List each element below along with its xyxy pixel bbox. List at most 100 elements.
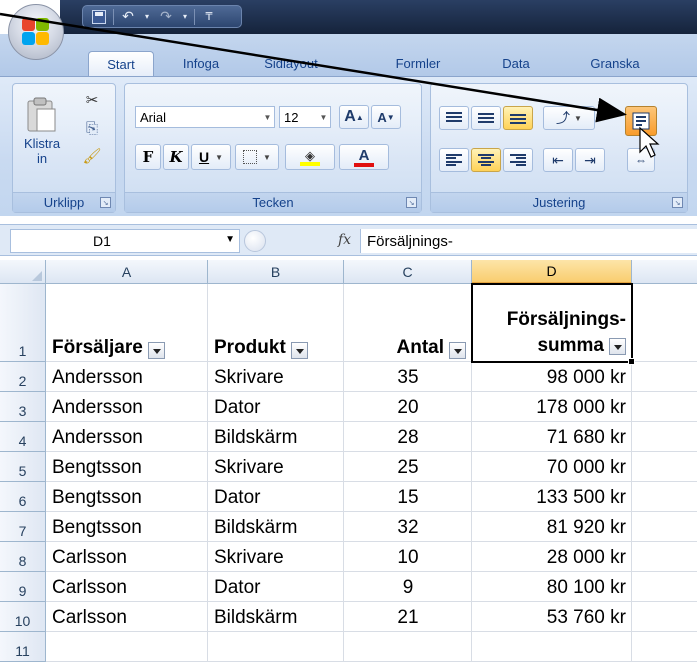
- cell[interactable]: Bengtsson: [46, 512, 208, 542]
- cell[interactable]: Dator: [208, 482, 344, 512]
- cell[interactable]: Dator: [208, 392, 344, 422]
- header-cell-sales[interactable]: Försäljnings-summa: [472, 284, 632, 362]
- cell[interactable]: 10: [344, 542, 472, 572]
- paste-button[interactable]: Klistra in: [17, 88, 67, 174]
- formula-input[interactable]: Försäljnings-: [360, 229, 697, 253]
- header-cell[interactable]: Försäljare: [46, 284, 208, 362]
- italic-button[interactable]: K: [163, 144, 189, 170]
- cell[interactable]: Bildskärm: [208, 512, 344, 542]
- cell[interactable]: 81 920 kr: [472, 512, 632, 542]
- column-header-d[interactable]: D: [472, 260, 632, 284]
- row-header[interactable]: 3: [0, 392, 46, 422]
- column-header-c[interactable]: C: [344, 260, 472, 284]
- cell[interactable]: 32: [344, 512, 472, 542]
- cell[interactable]: 53 760 kr: [472, 602, 632, 632]
- increase-indent-button[interactable]: ⇥: [575, 148, 605, 172]
- font-color-button[interactable]: A: [339, 144, 389, 170]
- cell[interactable]: 25: [344, 452, 472, 482]
- cell[interactable]: Andersson: [46, 362, 208, 392]
- align-left-button[interactable]: [439, 148, 469, 172]
- filter-dropdown-button[interactable]: [290, 342, 308, 359]
- cell[interactable]: 98 000 kr: [472, 362, 632, 392]
- cell[interactable]: [632, 452, 697, 482]
- select-all-button[interactable]: [0, 260, 46, 284]
- cell[interactable]: Bengtsson: [46, 452, 208, 482]
- align-right-button[interactable]: [503, 148, 533, 172]
- cell[interactable]: 133 500 kr: [472, 482, 632, 512]
- cell[interactable]: Carlsson: [46, 542, 208, 572]
- middle-align-button[interactable]: [471, 106, 501, 130]
- bottom-align-button[interactable]: [503, 106, 533, 130]
- bold-button[interactable]: F: [135, 144, 161, 170]
- redo-button[interactable]: ↷: [156, 8, 176, 26]
- row-header[interactable]: 5: [0, 452, 46, 482]
- cell[interactable]: [632, 422, 697, 452]
- cell[interactable]: Skrivare: [208, 452, 344, 482]
- tab-granska[interactable]: Granska: [572, 51, 658, 76]
- cell[interactable]: Andersson: [46, 422, 208, 452]
- cell[interactable]: [472, 632, 632, 662]
- row-header[interactable]: 6: [0, 482, 46, 512]
- tab-sidlayout[interactable]: Sidlayout: [246, 51, 336, 76]
- cell[interactable]: [344, 632, 472, 662]
- decrease-indent-button[interactable]: ⇤: [543, 148, 573, 172]
- copy-button[interactable]: ⎘: [79, 116, 105, 140]
- cut-button[interactable]: ✂: [79, 88, 105, 112]
- cell[interactable]: 20: [344, 392, 472, 422]
- cell[interactable]: 80 100 kr: [472, 572, 632, 602]
- cell[interactable]: Skrivare: [208, 362, 344, 392]
- orientation-button[interactable]: ⤴ ▼: [543, 106, 595, 130]
- column-header-b[interactable]: B: [208, 260, 344, 284]
- customize-toolbar-button[interactable]: ₸: [199, 8, 219, 26]
- undo-dropdown[interactable]: ▾: [142, 8, 152, 26]
- cell[interactable]: [632, 482, 697, 512]
- borders-button[interactable]: ▼: [235, 144, 279, 170]
- row-header[interactable]: 2: [0, 362, 46, 392]
- header-cell[interactable]: Produkt: [208, 284, 344, 362]
- format-painter-button[interactable]: 🖌: [79, 144, 105, 168]
- redo-dropdown[interactable]: ▾: [180, 8, 190, 26]
- row-header[interactable]: 9: [0, 572, 46, 602]
- cell[interactable]: 178 000 kr: [472, 392, 632, 422]
- font-size-combo[interactable]: 12 ▼: [279, 106, 331, 128]
- shrink-font-button[interactable]: A ▼: [371, 105, 401, 129]
- underline-button[interactable]: U ▼: [191, 144, 231, 170]
- cell[interactable]: Bildskärm: [208, 602, 344, 632]
- cell[interactable]: 15: [344, 482, 472, 512]
- font-dialog-launcher[interactable]: ↘: [406, 197, 417, 208]
- font-name-combo[interactable]: Arial ▼: [135, 106, 275, 128]
- grow-font-button[interactable]: A ▲: [339, 105, 369, 129]
- cell[interactable]: [632, 632, 697, 662]
- row-header[interactable]: 1: [0, 284, 46, 362]
- header-cell[interactable]: Antal: [344, 284, 472, 362]
- tab-start[interactable]: Start: [88, 51, 154, 76]
- cell[interactable]: Carlsson: [46, 602, 208, 632]
- cell[interactable]: Bildskärm: [208, 422, 344, 452]
- wrap-text-button[interactable]: [625, 106, 657, 136]
- cell[interactable]: [632, 362, 697, 392]
- filter-dropdown-button[interactable]: [609, 337, 626, 355]
- filter-dropdown-button[interactable]: [147, 342, 165, 359]
- cell[interactable]: Andersson: [46, 392, 208, 422]
- cell[interactable]: [632, 284, 697, 362]
- cell[interactable]: 9: [344, 572, 472, 602]
- cell[interactable]: 35: [344, 362, 472, 392]
- top-align-button[interactable]: [439, 106, 469, 130]
- row-header[interactable]: 7: [0, 512, 46, 542]
- cell[interactable]: [632, 542, 697, 572]
- clipboard-dialog-launcher[interactable]: ↘: [100, 197, 111, 208]
- cell[interactable]: 28 000 kr: [472, 542, 632, 572]
- merge-center-button[interactable]: ⇔: [627, 148, 655, 172]
- cell[interactable]: 28: [344, 422, 472, 452]
- tab-infoga[interactable]: Infoga: [166, 51, 236, 76]
- office-button[interactable]: [8, 4, 64, 60]
- cell[interactable]: Skrivare: [208, 542, 344, 572]
- row-header[interactable]: 8: [0, 542, 46, 572]
- filter-dropdown-button[interactable]: [449, 342, 466, 359]
- row-header[interactable]: 11: [0, 632, 46, 662]
- worksheet-grid[interactable]: A B C D 1 Försäljare Produkt Antal Försäljni…: [0, 260, 697, 662]
- cell[interactable]: [632, 392, 697, 422]
- name-box[interactable]: D1 ▼: [10, 229, 240, 253]
- cell[interactable]: Dator: [208, 572, 344, 602]
- cell[interactable]: Bengtsson: [46, 482, 208, 512]
